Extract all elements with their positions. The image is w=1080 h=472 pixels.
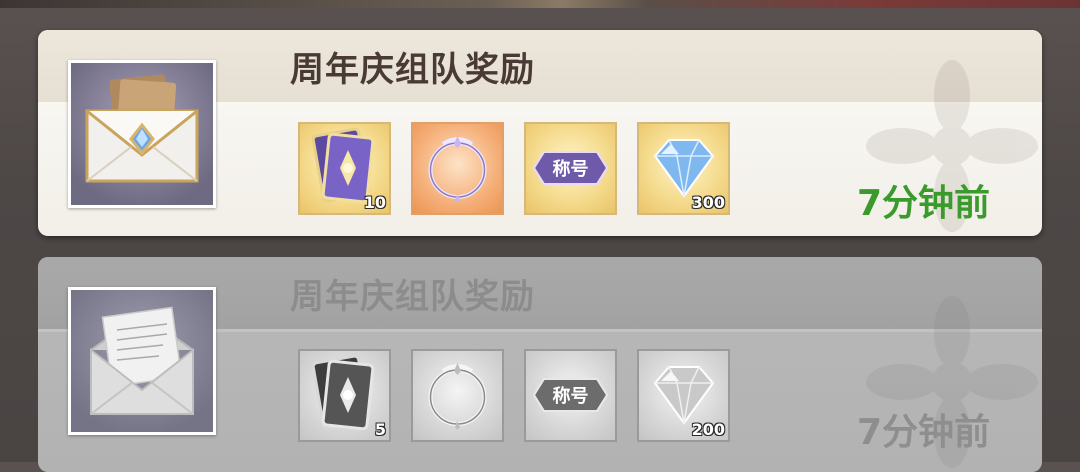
mail-title: 周年庆组队奖励 xyxy=(290,277,535,317)
reward-item[interactable]: 300 xyxy=(637,122,730,215)
reward-item[interactable]: 10 xyxy=(298,122,391,215)
title-badge-icon: 称号 xyxy=(532,378,609,412)
top-background-strip xyxy=(0,0,1080,8)
envelope-closed-icon xyxy=(85,74,199,183)
reward-list: 5 称号 200 xyxy=(298,349,730,442)
title-badge-label: 称号 xyxy=(553,385,589,407)
reward-item[interactable]: 5 xyxy=(298,349,391,442)
title-badge-label: 称号 xyxy=(553,158,589,180)
reward-quantity: 200 xyxy=(691,420,725,439)
reward-quantity: 300 xyxy=(691,193,725,212)
reward-item[interactable]: 称号 xyxy=(524,349,617,442)
reward-quantity: 10 xyxy=(363,193,386,212)
mail-item[interactable]: 周年庆组队奖励 10 称号 300 7分钟前 xyxy=(38,30,1042,236)
reward-quantity: 5 xyxy=(374,420,386,439)
mail-item[interactable]: 周年庆组队奖励 5 称号 200 7分钟前 xyxy=(38,257,1042,472)
envelope-open-icon xyxy=(90,306,194,415)
reward-item[interactable]: 200 xyxy=(637,349,730,442)
avatar-frame-icon xyxy=(428,136,487,203)
mail-thumbnail xyxy=(68,287,216,435)
reward-item[interactable]: 称号 xyxy=(524,122,617,215)
title-badge-icon: 称号 xyxy=(532,151,609,185)
reward-item[interactable] xyxy=(411,122,504,215)
reward-item[interactable] xyxy=(411,349,504,442)
mail-thumbnail xyxy=(68,60,216,208)
reward-list: 10 称号 300 xyxy=(298,122,730,215)
mail-timestamp: 7分钟前 xyxy=(856,412,990,453)
mail-timestamp: 7分钟前 xyxy=(856,183,990,224)
avatar-frame-icon xyxy=(428,363,487,430)
mail-title: 周年庆组队奖励 xyxy=(290,50,535,90)
